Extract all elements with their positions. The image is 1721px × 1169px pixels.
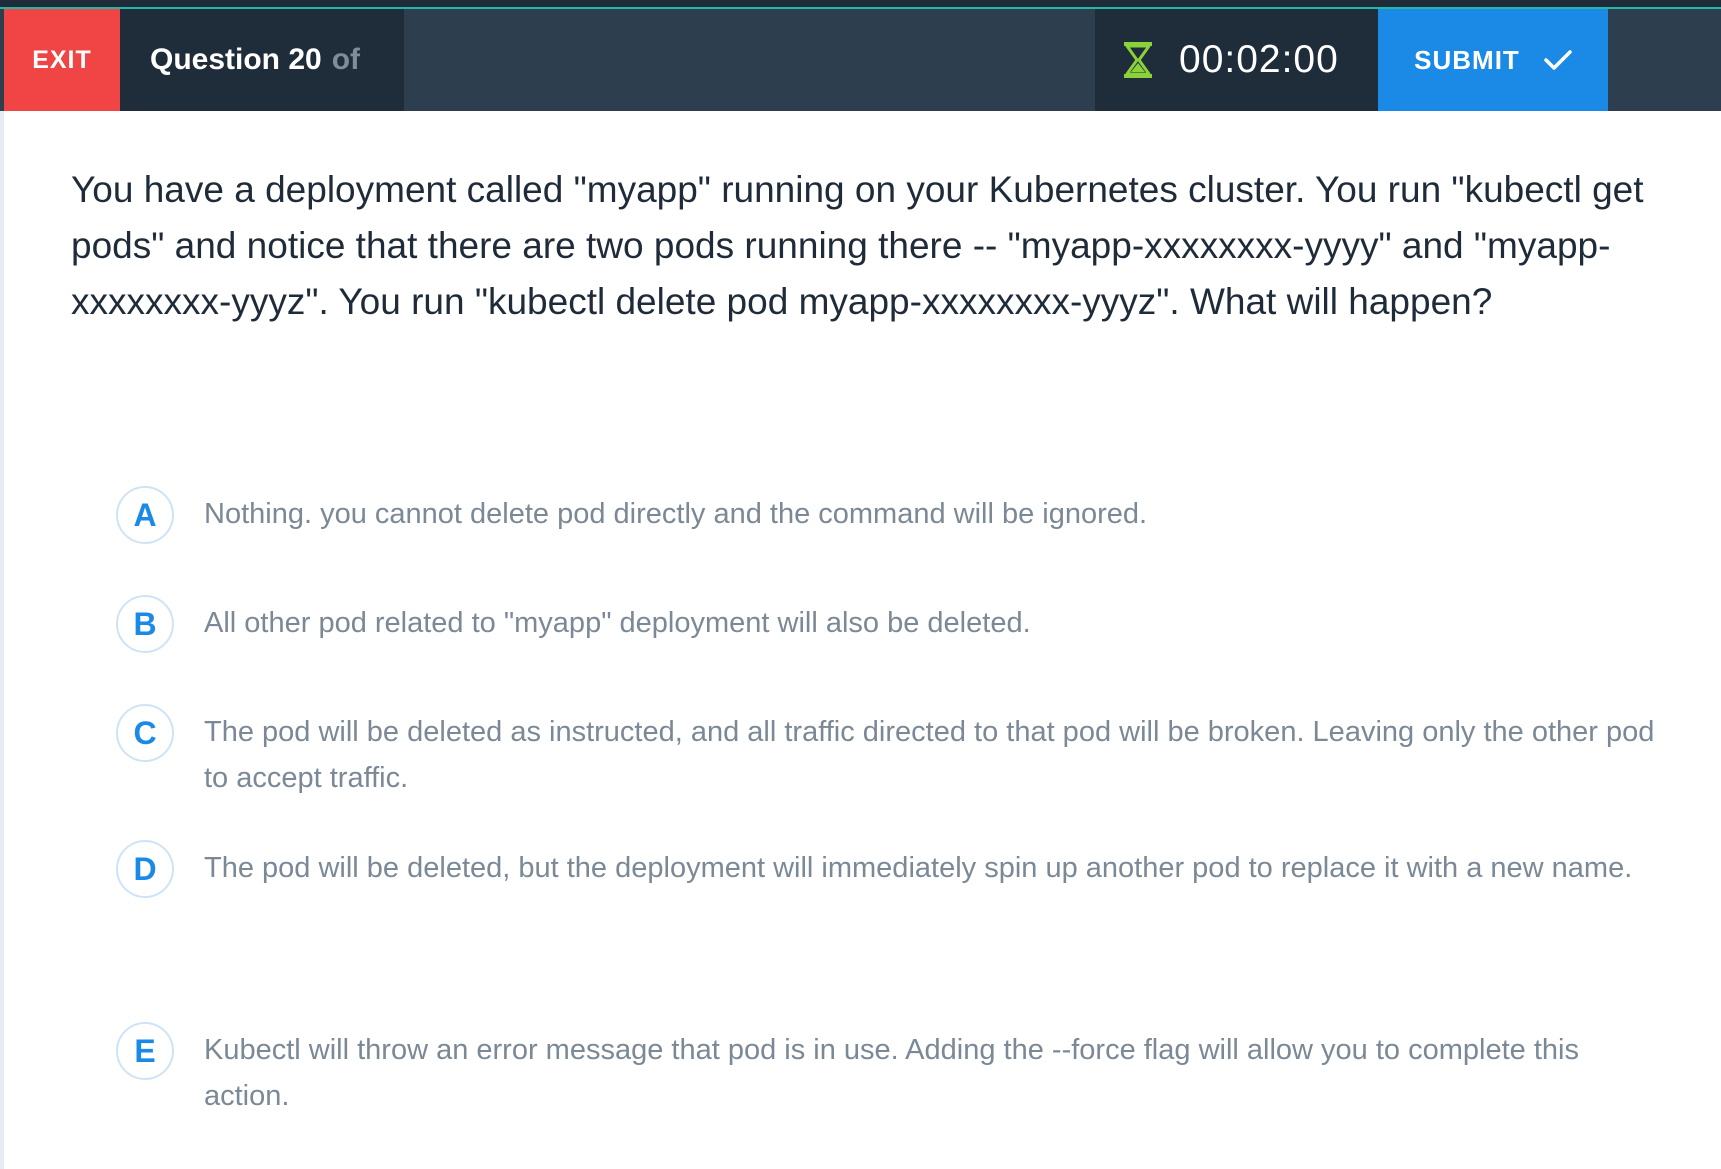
option-text: Kubectl will throw an error message that… (204, 1034, 1579, 1112)
checkmark-icon (1544, 50, 1572, 70)
exit-button[interactable]: EXIT (4, 9, 120, 111)
option-text: The pod will be deleted, but the deploym… (204, 852, 1633, 884)
answer-option-a[interactable]: A Nothing. you cannot delete pod directl… (116, 486, 1676, 544)
countdown-timer: 00:02:00 (1095, 9, 1378, 111)
answer-option-e[interactable]: E Kubectl will throw an error message th… (116, 1022, 1676, 1119)
hourglass-icon (1124, 42, 1152, 78)
question-of-label: of (331, 43, 361, 76)
exam-header-bar: EXIT Question 20 of 00:02:00 SUBMIT (0, 9, 1721, 111)
option-letter-badge: D (116, 840, 174, 898)
question-counter: Question 20 of (120, 9, 404, 111)
option-letter-badge: A (116, 486, 174, 544)
answer-option-b[interactable]: B All other pod related to "myapp" deplo… (116, 595, 1676, 653)
submit-button[interactable]: SUBMIT (1378, 9, 1608, 111)
option-text: Nothing. you cannot delete pod directly … (204, 498, 1148, 530)
option-letter-badge: B (116, 595, 174, 653)
option-text: The pod will be deleted as instructed, a… (204, 716, 1655, 794)
question-text: You have a deployment called "myapp" run… (71, 169, 1644, 322)
option-letter-badge: E (116, 1022, 174, 1080)
option-text: All other pod related to "myapp" deploym… (204, 607, 1031, 639)
option-letter-badge: C (116, 704, 174, 762)
left-edge-divider (0, 111, 4, 1169)
answer-option-c[interactable]: C The pod will be deleted as instructed,… (116, 704, 1676, 801)
timer-value: 00:02:00 (1179, 38, 1339, 81)
question-number-label: Question 20 (150, 43, 322, 76)
answer-option-d[interactable]: D The pod will be deleted, but the deplo… (116, 840, 1676, 898)
submit-label: SUBMIT (1414, 44, 1520, 75)
top-border (0, 0, 1721, 9)
